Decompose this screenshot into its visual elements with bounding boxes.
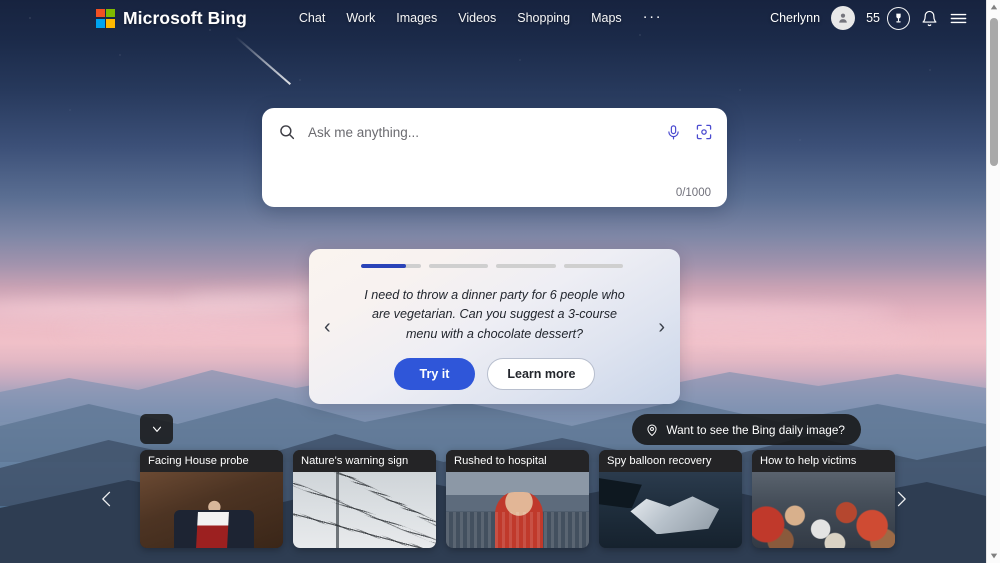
news-card-title: Rushed to hospital: [446, 450, 589, 472]
bing-homepage: Microsoft Bing Chat Work Images Videos S…: [0, 0, 1000, 563]
nav-more-button[interactable]: ···: [643, 9, 663, 24]
person-icon: [839, 13, 847, 23]
location-pin-icon: [647, 423, 657, 436]
news-card-title: Facing House probe: [140, 450, 283, 472]
prompt-text: I need to throw a dinner party for 6 peo…: [364, 287, 625, 341]
nav-item-maps[interactable]: Maps: [591, 11, 622, 25]
visual-search-icon: [696, 124, 712, 140]
carousel-next-button[interactable]: [884, 478, 918, 520]
main-nav: Chat Work Images Videos Shopping Maps ··…: [299, 9, 663, 26]
news-card-title: Spy balloon recovery: [599, 450, 742, 472]
search-row: [262, 108, 727, 156]
nav-item-shopping[interactable]: Shopping: [517, 11, 570, 25]
reward-points-label: 55: [866, 11, 880, 25]
prompt-prev-button[interactable]: ‹: [324, 317, 331, 337]
news-card-title: Nature's warning sign: [293, 450, 436, 472]
news-card-image: [446, 472, 589, 548]
hamburger-menu-icon: [950, 13, 967, 23]
scroll-up-button[interactable]: [987, 0, 1000, 14]
brand-name: Microsoft Bing: [123, 7, 247, 28]
scroll-up-arrow: [990, 4, 998, 10]
daily-image-button[interactable]: Want to see the Bing daily image?: [632, 414, 861, 445]
news-card-image: [752, 472, 895, 548]
prompt-next-button[interactable]: ›: [658, 317, 665, 337]
daily-image-label: Want to see the Bing daily image?: [666, 422, 845, 437]
progress-segment-1[interactable]: [361, 264, 421, 268]
search-box: 0/1000: [262, 108, 727, 207]
news-card[interactable]: Facing House probe: [140, 450, 283, 548]
progress-segment-3[interactable]: [496, 264, 556, 268]
visual-search-button[interactable]: [695, 123, 713, 141]
news-card-image: [293, 472, 436, 548]
user-name-label: Cherlynn: [770, 11, 821, 25]
try-it-button[interactable]: Try it: [393, 358, 476, 391]
news-card[interactable]: How to help victims: [752, 450, 895, 548]
nav-item-videos[interactable]: Videos: [458, 11, 496, 25]
microphone-button[interactable]: [665, 124, 682, 141]
news-card[interactable]: Nature's warning sign: [293, 450, 436, 548]
news-card[interactable]: Spy balloon recovery: [599, 450, 742, 548]
chevron-down-icon: [152, 426, 161, 432]
learn-more-button[interactable]: Learn more: [487, 358, 596, 391]
news-card-image: [599, 472, 742, 548]
header-account-area: Cherlynn 55: [770, 6, 968, 30]
microphone-icon: [668, 124, 679, 139]
top-navigation-bar: Microsoft Bing Chat Work Images Videos S…: [0, 0, 986, 36]
nav-item-images[interactable]: Images: [396, 11, 437, 25]
notifications-button[interactable]: [921, 10, 938, 27]
nav-item-chat[interactable]: Chat: [299, 11, 325, 25]
scroll-down-arrow: [990, 553, 998, 559]
search-input[interactable]: [308, 124, 665, 140]
scroll-down-button[interactable]: [987, 549, 1000, 563]
avatar[interactable]: [831, 6, 856, 30]
progress-segment-2[interactable]: [428, 264, 488, 268]
news-carousel: Facing House probe Nature's warning sign…: [0, 450, 986, 560]
search-tools: [665, 123, 713, 141]
rewards-trophy-icon: [896, 13, 901, 23]
bing-logo-link[interactable]: Microsoft Bing: [96, 8, 247, 29]
news-card-list: Facing House probe Nature's warning sign…: [140, 450, 895, 548]
page-scrollbar[interactable]: [986, 0, 1000, 563]
news-card-image: [140, 472, 283, 548]
bell-icon: [922, 10, 937, 26]
scrollbar-thumb[interactable]: [990, 18, 998, 166]
prompt-actions: Try it Learn more: [309, 358, 680, 391]
news-card-title: How to help victims: [752, 450, 895, 472]
collapse-feed-button[interactable]: [140, 414, 173, 444]
chevron-right-icon: [897, 491, 906, 507]
prompt-suggestion-card: I need to throw a dinner party for 6 peo…: [309, 249, 680, 404]
hamburger-menu-button[interactable]: [949, 9, 968, 28]
carousel-prev-button[interactable]: [90, 478, 124, 520]
rewards-button[interactable]: [887, 6, 910, 30]
nav-item-work[interactable]: Work: [346, 11, 375, 25]
character-counter: 0/1000: [675, 187, 711, 199]
progress-segment-4[interactable]: [563, 264, 623, 268]
microsoft-logo-icon: [96, 8, 115, 28]
news-card[interactable]: Rushed to hospital: [446, 450, 589, 548]
search-icon: [278, 123, 296, 141]
carousel-progress-indicator: [309, 249, 680, 268]
chevron-left-icon: [102, 491, 111, 507]
